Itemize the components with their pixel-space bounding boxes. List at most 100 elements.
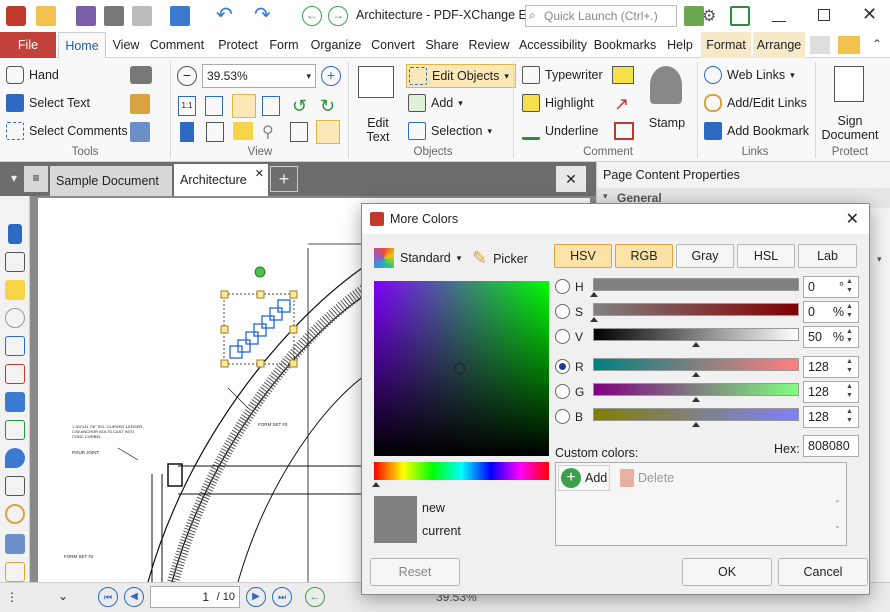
pages-view-icon[interactable] bbox=[206, 122, 224, 142]
attachments-icon[interactable] bbox=[5, 308, 25, 328]
bookmarks-icon[interactable] bbox=[8, 224, 22, 244]
attachments-view-icon[interactable]: ⚲ bbox=[262, 122, 274, 142]
radio-s[interactable] bbox=[555, 304, 570, 319]
delete-custom-color-button[interactable]: Delete bbox=[620, 465, 674, 491]
zoom-level-select[interactable]: 39.53% ▾ bbox=[202, 64, 316, 88]
add-edit-links-button[interactable]: Add/Edit Links bbox=[704, 94, 807, 112]
undo-icon[interactable]: ↶ bbox=[216, 5, 236, 26]
chevron-down-icon[interactable]: ▾ bbox=[603, 191, 608, 202]
tab-convert[interactable]: Convert bbox=[368, 32, 418, 58]
thumb-r[interactable] bbox=[692, 372, 700, 377]
hue-strip[interactable] bbox=[374, 462, 549, 480]
thumb-h[interactable] bbox=[590, 292, 598, 297]
properties-icon[interactable] bbox=[5, 336, 25, 356]
underline-button[interactable]: Underline bbox=[522, 122, 599, 140]
slider-g[interactable] bbox=[593, 383, 799, 396]
actual-size-icon[interactable]: 1:1 bbox=[178, 96, 196, 116]
thumb-b[interactable] bbox=[692, 422, 700, 427]
selection-button[interactable]: Selection ▾ bbox=[408, 122, 492, 140]
tab-hsv[interactable]: HSV bbox=[554, 244, 612, 268]
tab-hsl[interactable]: HSL bbox=[737, 244, 795, 268]
color-field[interactable] bbox=[374, 281, 549, 456]
image-icon[interactable] bbox=[684, 6, 704, 26]
open-folder-icon[interactable] bbox=[36, 6, 56, 26]
snapshot-icon[interactable] bbox=[130, 66, 152, 84]
tabs-menu-button[interactable]: ▾ bbox=[4, 166, 24, 192]
tab-view[interactable]: View bbox=[108, 32, 144, 58]
close-tab-icon[interactable]: ✕ bbox=[255, 167, 264, 180]
quick-launch-search[interactable]: ⌕ Quick Launch (Ctrl+.) bbox=[525, 5, 677, 27]
options-icon[interactable]: ⋮ bbox=[6, 590, 18, 604]
content-icon[interactable] bbox=[5, 420, 25, 440]
page-number-input[interactable]: 1 / 10 bbox=[150, 586, 240, 608]
slider-r[interactable] bbox=[593, 358, 799, 371]
close-dialog-icon[interactable]: ✕ bbox=[846, 209, 859, 229]
tab-organize[interactable]: Organize bbox=[306, 32, 366, 58]
articles-icon[interactable] bbox=[5, 562, 25, 582]
minimize-button[interactable] bbox=[772, 8, 786, 22]
fit-width-icon[interactable] bbox=[232, 94, 256, 118]
layers-view-icon[interactable] bbox=[316, 120, 340, 144]
input-s[interactable]: 0% ▲ ▼ bbox=[803, 301, 859, 323]
tab-form[interactable]: Form bbox=[266, 32, 302, 58]
tab-help[interactable]: Help bbox=[662, 32, 698, 58]
sticky-note-icon[interactable] bbox=[612, 66, 634, 84]
tab-arrange[interactable]: Arrange bbox=[753, 32, 805, 58]
tab-comment[interactable]: Comment bbox=[146, 32, 208, 58]
tab-rgb[interactable]: RGB bbox=[615, 244, 673, 268]
custom-colors-scrollbar[interactable]: ⌃ ⌄ bbox=[834, 493, 844, 543]
print-icon[interactable] bbox=[104, 6, 124, 26]
links-panel-icon[interactable] bbox=[5, 504, 25, 524]
radio-b[interactable] bbox=[555, 409, 570, 424]
rotate-right-icon[interactable]: ↻ bbox=[320, 96, 335, 117]
tab-lab[interactable]: Lab bbox=[798, 244, 857, 268]
maximize-button[interactable] bbox=[818, 9, 830, 21]
radio-r[interactable] bbox=[555, 359, 570, 374]
zoom-in-button[interactable]: + bbox=[321, 66, 341, 86]
tab-file[interactable]: File bbox=[0, 32, 56, 58]
forward-icon[interactable]: → bbox=[328, 6, 348, 26]
clipboard-icon[interactable] bbox=[130, 94, 150, 114]
typewriter-button[interactable]: Typewriter bbox=[522, 66, 603, 84]
slider-v[interactable] bbox=[593, 328, 799, 341]
previous-page-button[interactable]: ◀ bbox=[124, 587, 144, 607]
scan-icon[interactable] bbox=[170, 6, 190, 26]
bookmark-view-icon[interactable] bbox=[180, 122, 194, 142]
hand-tool-button[interactable]: Hand bbox=[6, 66, 59, 84]
picker-button[interactable]: ✎ Picker bbox=[472, 248, 528, 269]
comments-view-icon[interactable] bbox=[233, 122, 253, 140]
comment-style-icon[interactable] bbox=[810, 36, 830, 54]
last-page-button[interactable]: ⏭ bbox=[272, 587, 292, 607]
tab-bookmarks[interactable]: Bookmarks bbox=[592, 32, 658, 58]
tab-accessibility[interactable]: Accessibility bbox=[516, 32, 590, 58]
close-window-button[interactable]: ✕ bbox=[862, 4, 877, 25]
scroll-down-icon[interactable]: ⌄ bbox=[58, 589, 68, 603]
tabs-list-icon[interactable]: ≡ bbox=[24, 166, 48, 192]
format-painter-icon[interactable] bbox=[130, 122, 150, 142]
stamp-button[interactable]: Stamp bbox=[642, 64, 692, 144]
tags-icon[interactable] bbox=[5, 534, 25, 554]
new-tab-button[interactable]: + bbox=[270, 166, 298, 192]
fit-page-icon[interactable] bbox=[205, 96, 223, 116]
add-custom-color-button[interactable]: + Add bbox=[558, 465, 610, 491]
tab-format[interactable]: Format bbox=[701, 32, 751, 58]
structure-icon[interactable] bbox=[5, 476, 25, 496]
thumb-s[interactable] bbox=[590, 317, 598, 322]
input-g[interactable]: 128 ▲ ▼ bbox=[803, 381, 859, 403]
layers-icon[interactable] bbox=[5, 392, 25, 412]
slider-s[interactable] bbox=[593, 303, 799, 316]
first-page-button[interactable]: ⏮ bbox=[98, 587, 118, 607]
highlight-button[interactable]: Highlight bbox=[522, 94, 594, 112]
tab-gray[interactable]: Gray bbox=[676, 244, 734, 268]
rotate-left-icon[interactable]: ↺ bbox=[292, 96, 307, 117]
slider-b[interactable] bbox=[593, 408, 799, 421]
back-view-button[interactable]: ← bbox=[305, 587, 325, 607]
select-comments-button[interactable]: Select Comments bbox=[6, 122, 128, 140]
input-r[interactable]: 128 ▲ ▼ bbox=[803, 356, 859, 378]
slider-h[interactable] bbox=[593, 278, 799, 291]
hex-input[interactable]: 808080 bbox=[803, 435, 859, 457]
panel-dropdown-chevron-icon[interactable]: ▾ bbox=[877, 254, 882, 265]
doc-tab-architecture[interactable]: Architecture ✕ bbox=[174, 164, 268, 196]
close-document-button[interactable]: ✕ bbox=[556, 166, 586, 192]
tab-share[interactable]: Share bbox=[422, 32, 462, 58]
